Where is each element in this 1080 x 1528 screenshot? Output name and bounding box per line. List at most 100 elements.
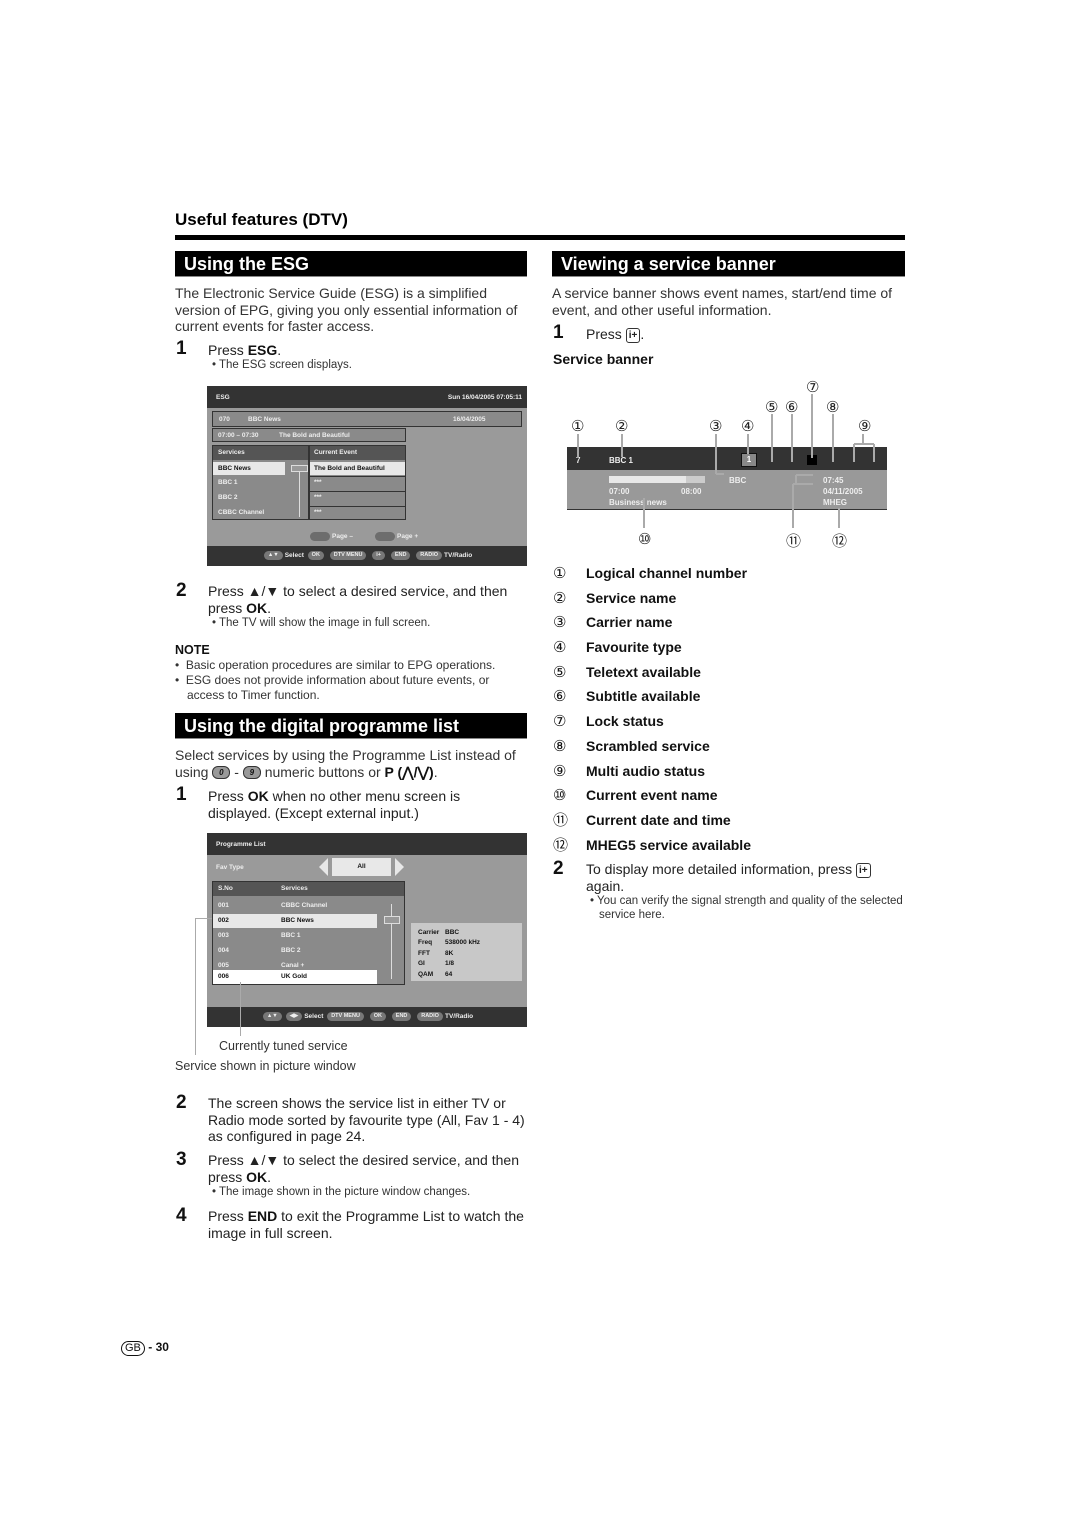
esg-channel-bar: 070 BBC News 16/04/2005 [212,411,522,427]
proglist-step4-num: 4 [176,1205,187,1226]
arrow-updown-icon: ▲▼ [262,1011,282,1021]
banner-intro: A service banner shows event names, star… [552,285,893,318]
legend-item: ⑫ MHEG5 service available [553,836,751,854]
legend-item: ② Service name [553,589,677,607]
page-number: GB - 30 [121,1340,169,1356]
esg-event-row: *** [314,509,322,516]
esg-event-bar: 07:00 – 07:30 The Bold and Beautiful [212,428,406,442]
header-rule [175,235,905,240]
banner-step2-text: To display more detailed information, pr… [586,861,906,894]
esg-service-row[interactable]: BBC News [213,462,285,475]
banner-title: Viewing a service banner [552,251,905,277]
esg-intro: The Electronic Service Guide (ESG) is a … [175,285,518,334]
esg-event-row: The Bold and Beautiful [310,462,405,475]
esg-channel-name: BBC News [248,416,281,423]
esg-channel-no: 070 [219,416,230,423]
esg-title: Using the ESG [175,251,527,277]
proglist-step1-text: Press OK when no other menu screen is di… [208,788,461,821]
dtv-menu-key: DTV MENU [327,1011,364,1021]
esg-step2-bullet: • The TV will show the image in full scr… [212,617,431,629]
legend-item: ④ Favourite type [553,639,682,657]
callout-tuned-label: Currently tuned service [219,1039,348,1053]
banner-legend: ① Logical channel number ② Service name ③C… [553,565,913,861]
esg-events-list: Current Event The Bold and Beautiful ***… [309,445,406,520]
region-gb-icon: GB [121,1341,145,1356]
note-item: • Basic operation procedures are similar… [175,658,496,672]
info-row: Freq 538000 kHz [418,939,481,947]
info-row: Carrier BBC [418,929,460,936]
proglist-row[interactable]: 004 BBC 2 [213,944,377,958]
proglist-title: Using the digital programme list [175,713,527,739]
esg-step1-bullet: • The ESG screen displays. [212,359,352,371]
esg-screen-title: ESG [216,394,230,401]
ok-key: OK [307,550,324,560]
fav-type-label: Fav Type [216,864,244,871]
page-number-label: - 30 [148,1340,169,1354]
note-list: • Basic operation procedures are similar… [175,658,530,703]
service-banner-subhead: Service banner [553,351,654,367]
legend-item: ⑧ Scrambled service [553,737,710,755]
esg-col-services: Services [213,446,308,460]
esg-channel-date: 16/04/2005 [453,416,486,423]
proglist-table: S.No Services 001 CBBC Channel 002 BBC New… [212,881,405,985]
proglist-step3-text: Press ▲/▼ to select the desired service,… [208,1152,519,1185]
info-row: FFT 8K [418,949,454,957]
callout-line [195,918,212,919]
callout-picture-label: Service shown in picture window [175,1059,356,1073]
esg-footer-bar: ▲▼ Select OK DTV MENU i+ END RADIO TV/Radi… [207,546,527,566]
esg-service-row[interactable]: BBC 1 [218,479,238,486]
esg-step2-text: Press ▲/▼ to select a desired service, a… [208,583,508,616]
legend-item: ⑨ Multi audio status [553,762,705,780]
arrow-updown-icon: ▲▼ [263,550,283,560]
dtv-menu-key: DTV MENU [329,550,367,560]
info-row: GI 1/8 [418,960,455,968]
esg-scrollbar-track[interactable] [299,472,300,517]
esg-footer-tvradio: TV/Radio [444,552,473,559]
proglist-row-tuned[interactable]: 006 UK Gold [213,970,377,984]
end-key: END [390,550,411,560]
proglist-step3-bullet: • The image shown in the picture window … [212,1186,471,1198]
banner-step1-text: Press i+. [586,326,645,343]
esg-service-row[interactable]: CBBC Channel [218,509,264,516]
banner-step2-num: 2 [553,858,564,879]
legend-item: ⑩ Current event name [553,787,718,805]
signal-info-panel: Carrier BBC Freq 538000 kHz FFT 8K GI 1/8 QA… [411,923,522,981]
esg-datetime: Sun 16/04/2005 07:05:11 [447,394,522,401]
proglist-row-selected[interactable]: 002 BBC News [213,914,377,928]
proglist-scrollbar-thumb[interactable] [384,916,400,924]
esg-page-minus[interactable]: Page – [308,532,353,541]
banner-callout-lines [577,394,875,528]
proglist-footer-tvradio: TV/Radio [444,1013,474,1020]
esg-service-row[interactable]: BBC 2 [218,494,238,501]
esg-step2-num: 2 [176,580,187,601]
section-heading: Useful features (DTV) [175,210,348,229]
banner-step2-bullet: • You can verify the signal strength and… [590,895,903,921]
esg-event-row: *** [314,494,322,501]
proglist-step1-num: 1 [176,784,187,805]
esg-step1-num: 1 [176,338,187,359]
proglist-screen-title: Programme List [216,841,266,848]
esg-event-row: *** [314,479,322,486]
legend-item: ⑤ Teletext available [553,663,701,681]
proglist-footer-bar: ▲▼ ◀▶ Select DTV MENU OK END RADIO TV/Radio [207,1007,527,1027]
banner-step1-num: 1 [553,322,564,343]
esg-col-event: Current Event [310,446,405,460]
proglist-step3-num: 3 [176,1149,187,1170]
legend-item: ⑦ Lock status [553,713,664,731]
proglist-row[interactable]: 001 CBBC Channel [213,899,377,913]
legend-item: ① Logical channel number [553,565,748,582]
fav-prev-arrow-icon[interactable] [319,858,328,876]
esg-page-plus[interactable]: Page + [373,532,418,541]
esg-event-name: The Bold and Beautiful [279,432,350,439]
numeric-9-button-icon: 9 [242,766,261,780]
info-plus-button-icon: i+ [856,862,871,878]
proglist-row[interactable]: 003 BBC 1 [213,929,377,943]
end-key: END [391,1011,412,1021]
esg-step1-text: Press ESG. [208,342,282,358]
esg-footer-select: Select [284,552,304,559]
proglist-step4-text: Press END to exit the Programme List to … [208,1208,524,1241]
fav-next-arrow-icon[interactable] [395,858,404,876]
proglist-step2-num: 2 [176,1092,187,1113]
fav-type-value[interactable]: All [332,858,391,876]
esg-scrollbar-thumb[interactable] [291,465,308,472]
